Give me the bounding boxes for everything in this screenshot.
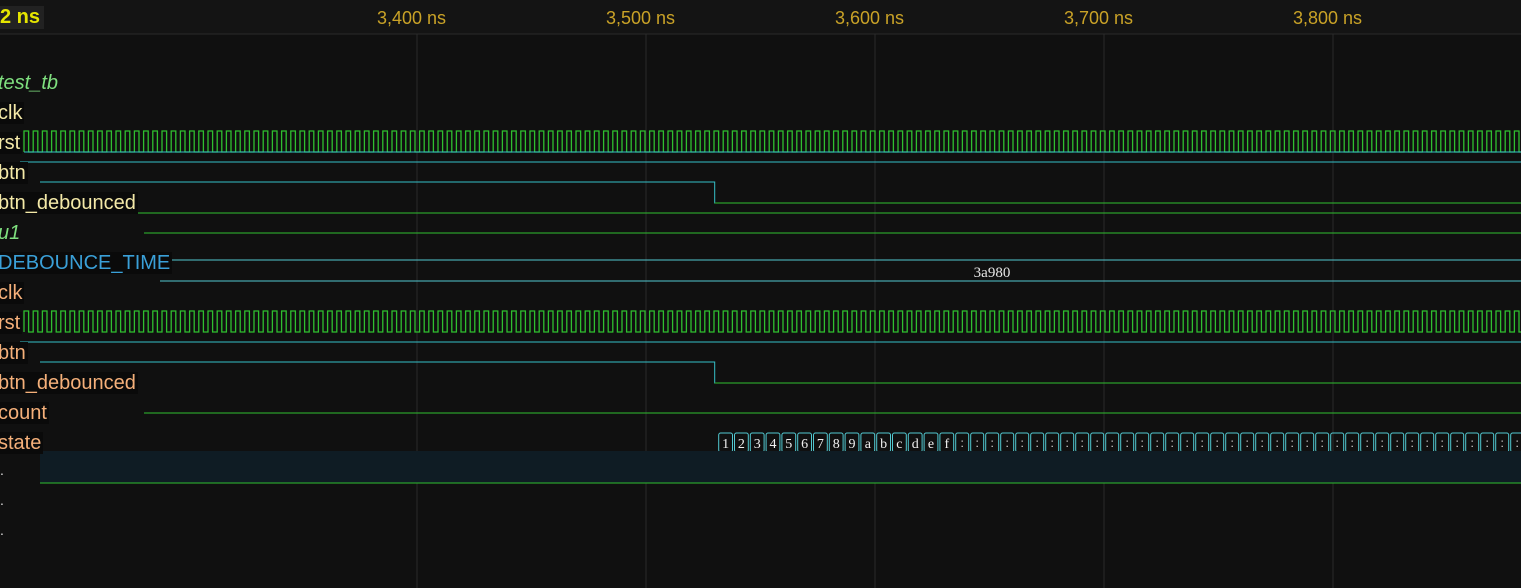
count-overflow-marker: : [1171, 436, 1174, 450]
count-overflow-marker: : [1366, 436, 1369, 450]
signal-label-rst[interactable]: rst [0, 132, 23, 154]
count-value: 1 [722, 437, 729, 452]
count-overflow-marker: : [1276, 436, 1279, 450]
time-tick-label: 3,600 ns [835, 8, 905, 28]
signal-label-btn-debounced[interactable]: btn_debounced [0, 192, 138, 214]
count-value: 5 [785, 437, 792, 452]
count-overflow-marker: : [1471, 436, 1474, 450]
count-value: c [896, 437, 902, 452]
count-overflow-marker: : [1006, 436, 1009, 450]
count-value: f [944, 437, 949, 452]
count-overflow-marker: : [1051, 436, 1054, 450]
waveform-viewer: 3a9801 2 3 4 5 6 7 8 9 a b c d e f::::::::::::::::::::… [0, 0, 1521, 588]
count-overflow-marker: : [1036, 436, 1039, 450]
count-overflow-marker: : [1381, 436, 1384, 450]
count-overflow-marker: : [1081, 436, 1084, 450]
count-overflow-marker: : [1456, 436, 1459, 450]
signal-label-btn-debounced[interactable]: btn_debounced [0, 372, 138, 394]
signal-label-rst[interactable]: rst [0, 312, 23, 334]
btn-waveform [40, 181, 1521, 204]
count-overflow-marker: : [1141, 436, 1144, 450]
collapsed-row-marker: . [0, 492, 4, 508]
count-overflow-marker: : [1336, 436, 1339, 450]
count-overflow-marker: : [1111, 436, 1114, 450]
time-tick-label: 3,500 ns [606, 8, 676, 28]
count-overflow-marker: : [1441, 436, 1444, 450]
signal-label-state[interactable]: state [0, 432, 44, 454]
time-tick-label: 3,400 ns [377, 8, 447, 28]
collapsed-row-marker: . [0, 462, 4, 478]
cursor-time-label: 2 ns [0, 6, 45, 29]
collapsed-row-marker: . [0, 522, 4, 538]
signal-label-clk[interactable]: clk [0, 282, 25, 304]
clk-waveform [23, 130, 1521, 153]
count-overflow-marker: : [1156, 436, 1159, 450]
count-value: 9 [849, 437, 856, 452]
signal-label-test-tb[interactable]: test_tb [0, 72, 60, 94]
param-value: 3a980 [974, 265, 1011, 281]
count-value: 3 [754, 437, 761, 452]
btn-waveform [40, 361, 1521, 384]
count-overflow-marker: : [1021, 436, 1024, 450]
count-overflow-marker: : [1201, 436, 1204, 450]
count-value: d [912, 437, 919, 452]
signal-label-btn[interactable]: btn [0, 162, 28, 184]
clk-waveform [23, 310, 1521, 333]
count-overflow-marker: : [1231, 436, 1234, 450]
signal-label-clk[interactable]: clk [0, 102, 25, 124]
count-value: 6 [801, 437, 808, 452]
count-overflow-marker: : [961, 436, 964, 450]
count-overflow-marker: : [1291, 436, 1294, 450]
count-overflow-marker: : [991, 436, 994, 450]
count-overflow-marker: : [1396, 436, 1399, 450]
count-value: 2 [738, 437, 745, 452]
count-value: 8 [833, 437, 840, 452]
signal-label-u1[interactable]: u1 [0, 222, 22, 244]
count-value: a [865, 437, 872, 452]
state-background [40, 451, 1521, 483]
count-overflow-marker: : [1246, 436, 1249, 450]
count-overflow-marker: : [1066, 436, 1069, 450]
count-value: b [880, 437, 887, 452]
count-overflow-marker: : [1186, 436, 1189, 450]
count-value: e [928, 437, 934, 452]
signal-label-debounce-time[interactable]: DEBOUNCE_TIME [0, 252, 173, 274]
count-overflow-marker: : [1306, 436, 1309, 450]
count-overflow-marker: : [1261, 436, 1264, 450]
count-value: 4 [770, 437, 777, 452]
count-overflow-marker: : [1486, 436, 1489, 450]
count-value: 7 [817, 437, 824, 452]
signal-label-count[interactable]: count [0, 402, 49, 424]
count-overflow-marker: : [1216, 436, 1219, 450]
count-overflow-marker: : [1351, 436, 1354, 450]
count-overflow-marker: : [1126, 436, 1129, 450]
signal-label-btn[interactable]: btn [0, 342, 28, 364]
count-overflow-marker: : [1321, 436, 1324, 450]
count-overflow-marker: : [1516, 436, 1519, 450]
count-overflow-marker: : [1096, 436, 1099, 450]
count-overflow-marker: : [1411, 436, 1414, 450]
time-tick-label: 3,700 ns [1064, 8, 1134, 28]
waveform-canvas[interactable]: 3a9801 2 3 4 5 6 7 8 9 a b c d e f::::::::::::::::::::… [0, 0, 1521, 588]
count-overflow-marker: : [976, 436, 979, 450]
count-overflow-marker: : [1426, 436, 1429, 450]
time-tick-label: 3,800 ns [1293, 8, 1363, 28]
count-overflow-marker: : [1501, 436, 1504, 450]
